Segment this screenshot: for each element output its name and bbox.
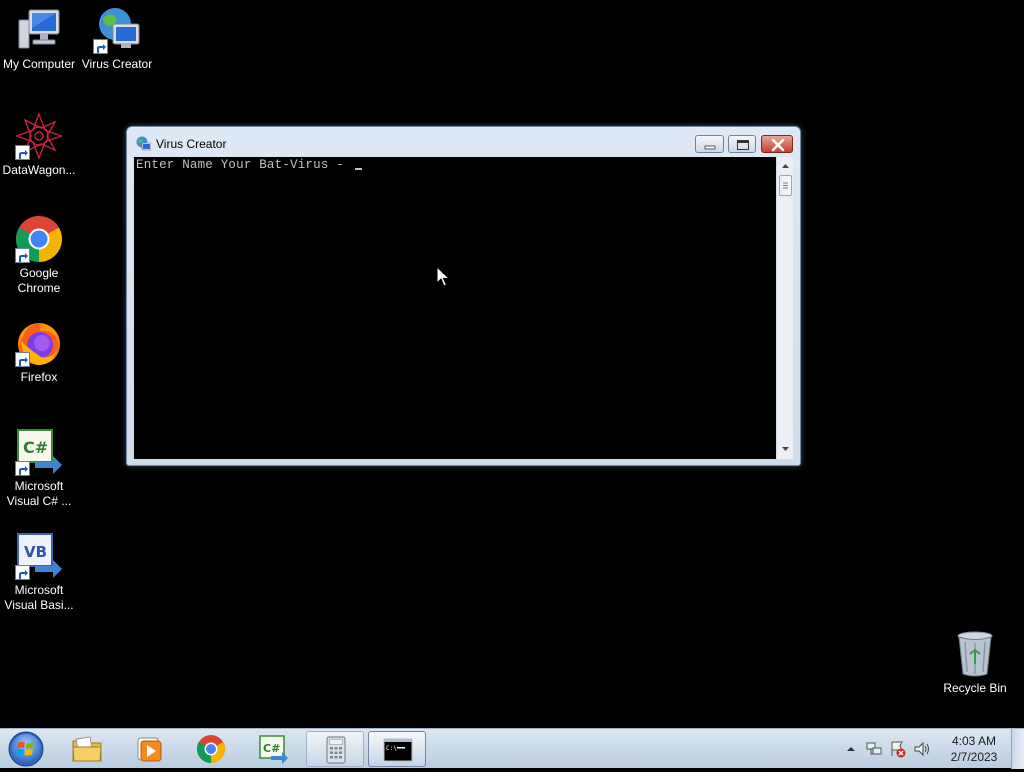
cmd-icon: C:\ xyxy=(383,738,413,762)
console-prompt-line: Enter Name Your Bat-Virus - xyxy=(136,158,362,172)
mouse-cursor-icon xyxy=(436,266,450,287)
system-tray: 4:03 AM 2/7/2023 xyxy=(843,729,1024,769)
svg-text:C:\: C:\ xyxy=(386,745,397,752)
console-window[interactable]: Virus Creator Enter Name Your Bat-Virus … xyxy=(126,126,801,466)
volume-icon[interactable] xyxy=(913,740,931,758)
svg-text:C#: C# xyxy=(23,438,48,457)
shortcut-arrow-icon xyxy=(15,461,30,476)
taskbar-clock[interactable]: 4:03 AM 2/7/2023 xyxy=(939,733,1009,765)
show-hidden-icons-icon[interactable] xyxy=(845,743,857,755)
clock-date: 2/7/2023 xyxy=(950,750,998,764)
console-output[interactable]: Enter Name Your Bat-Virus - xyxy=(134,157,776,459)
csharp-icon: C# xyxy=(15,428,63,476)
shortcut-arrow-icon xyxy=(15,565,30,580)
desktop-icon-label: Firefox xyxy=(20,370,58,384)
desktop-icon-label: Recycle Bin xyxy=(943,681,1007,695)
windows-start-icon xyxy=(8,731,44,767)
shortcut-arrow-icon xyxy=(15,352,30,367)
desktop-icon-label: Microsoft Visual Basi... xyxy=(4,583,74,612)
shortcut-arrow-icon xyxy=(15,248,30,263)
recycle-bin-icon xyxy=(951,630,999,678)
scrollbar-thumb[interactable] xyxy=(779,175,792,196)
desktop-icon-visual-csharp[interactable]: C# Microsoft Visual C# ... xyxy=(0,428,78,509)
desktop-icon-firefox[interactable]: Firefox xyxy=(0,319,78,385)
folder-icon xyxy=(72,736,102,762)
svg-text:VB: VB xyxy=(24,543,47,561)
shortcut-arrow-icon xyxy=(93,39,108,54)
taskbar-calculator[interactable] xyxy=(306,731,364,767)
desktop-icon-label: DataWagon... xyxy=(2,163,76,177)
taskbar-media-player[interactable] xyxy=(120,731,178,767)
window-titlebar[interactable]: Virus Creator xyxy=(127,127,800,157)
window-title: Virus Creator xyxy=(156,137,227,151)
show-desktop-button[interactable] xyxy=(1011,729,1024,769)
globe-computer-icon xyxy=(93,6,141,54)
calculator-icon xyxy=(326,736,346,764)
clock-time: 4:03 AM xyxy=(951,734,997,748)
scroll-up-arrow-icon[interactable] xyxy=(777,159,794,173)
shortcut-arrow-icon xyxy=(15,145,30,160)
desktop-icon-virus-creator[interactable]: Virus Creator xyxy=(78,6,156,72)
desktop-icon-google-chrome[interactable]: Google Chrome xyxy=(0,215,78,296)
scroll-down-arrow-icon[interactable] xyxy=(777,442,794,456)
minimize-button[interactable] xyxy=(695,135,724,153)
media-player-icon xyxy=(137,737,162,762)
desktop: My Computer Virus Creator DataWagon... G… xyxy=(0,0,1024,728)
console-prompt-text: Enter Name Your Bat-Virus - xyxy=(136,158,352,172)
csharp-icon: C# xyxy=(259,735,288,764)
globe-computer-icon xyxy=(135,136,152,152)
computer-icon xyxy=(15,6,63,54)
text-caret xyxy=(354,168,362,170)
desktop-icon-visual-basic[interactable]: VB Microsoft Visual Basi... xyxy=(0,532,78,613)
chrome-icon xyxy=(197,735,225,763)
minimize-icon xyxy=(704,145,716,150)
desktop-icon-label: Google Chrome xyxy=(17,266,61,295)
close-icon xyxy=(771,138,785,152)
desktop-icon-my-computer[interactable]: My Computer xyxy=(0,6,78,72)
desktop-icon-recycle-bin[interactable]: Recycle Bin xyxy=(936,630,1014,696)
vertical-scrollbar[interactable] xyxy=(776,157,793,459)
action-center-alert-icon[interactable] xyxy=(889,740,907,758)
maximize-icon xyxy=(737,140,749,150)
desktop-icon-label: Microsoft Visual C# ... xyxy=(6,479,72,508)
taskbar-visual-csharp[interactable]: C# xyxy=(244,731,302,767)
desktop-icon-datawagon[interactable]: DataWagon... xyxy=(0,112,78,178)
visual-basic-icon: VB xyxy=(15,532,63,580)
start-button[interactable] xyxy=(6,730,46,768)
starburst-icon xyxy=(15,112,63,160)
taskbar-google-chrome[interactable] xyxy=(182,731,240,767)
maximize-button[interactable] xyxy=(728,135,756,153)
network-icon[interactable] xyxy=(865,740,883,758)
close-button[interactable] xyxy=(761,135,793,153)
svg-text:C#: C# xyxy=(263,742,280,755)
firefox-icon xyxy=(15,319,63,367)
taskbar: C# C:\ 4:03 AM 2/7/2023 xyxy=(0,728,1024,769)
taskbar-command-prompt[interactable]: C:\ xyxy=(368,731,426,767)
desktop-icon-label: Virus Creator xyxy=(81,57,153,71)
desktop-icon-label: My Computer xyxy=(2,57,76,71)
chrome-icon xyxy=(15,215,63,263)
taskbar-windows-explorer[interactable] xyxy=(58,731,116,767)
